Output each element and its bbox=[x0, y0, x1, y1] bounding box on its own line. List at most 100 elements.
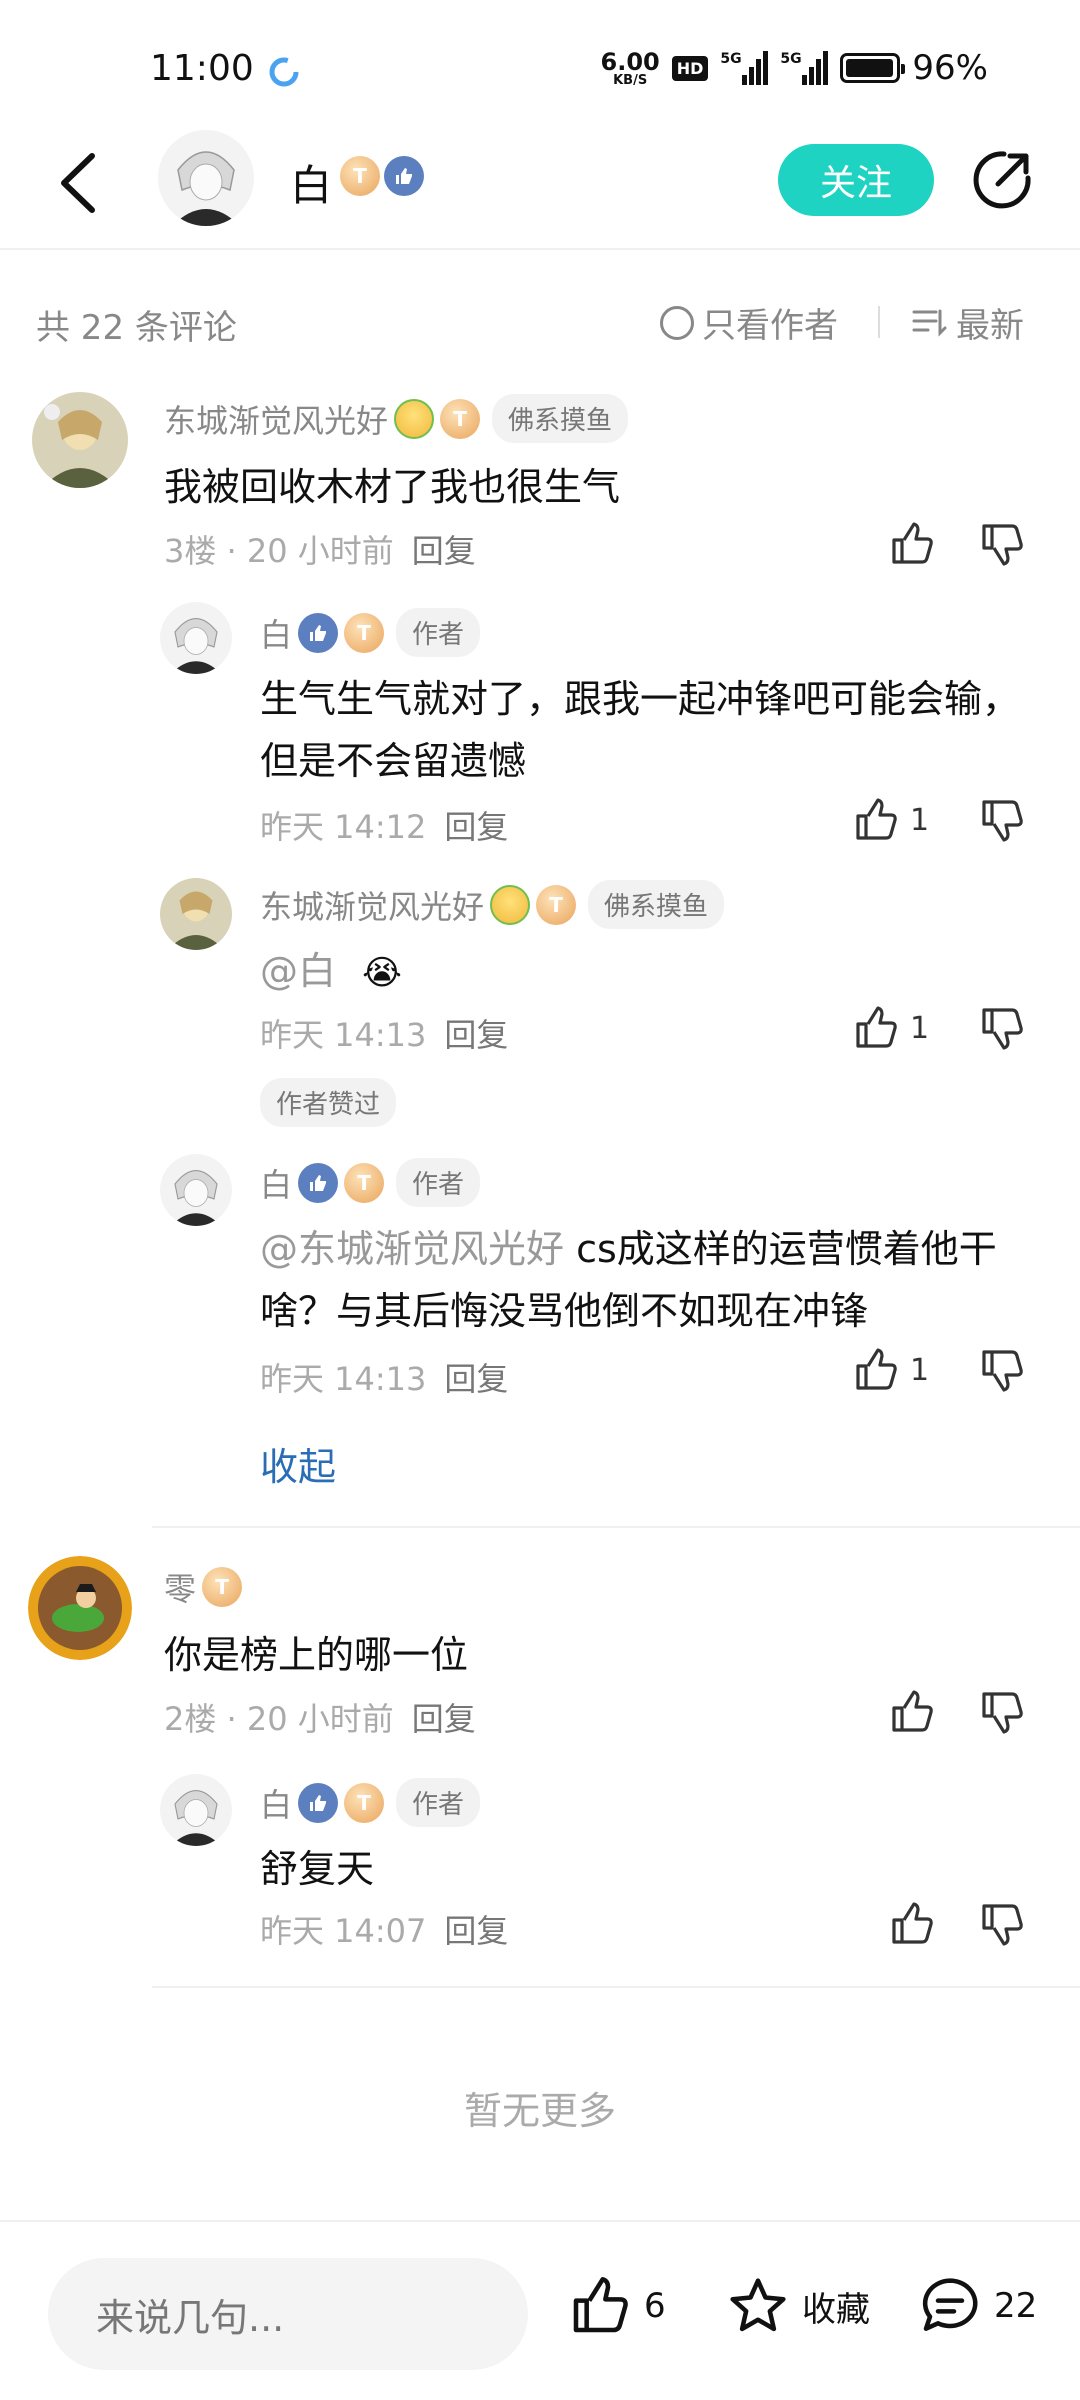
user-tag: 佛系摸鱼 bbox=[588, 880, 725, 929]
reply-meta: 昨天 14:13 回复 bbox=[260, 1010, 508, 1056]
thumb-up-icon bbox=[856, 1348, 897, 1390]
user-tag: 佛系摸鱼 bbox=[492, 394, 629, 443]
username[interactable]: 白 bbox=[260, 1780, 292, 1826]
bottom-bar: 来说几句... 6 收藏 22 bbox=[0, 2220, 1080, 2400]
avatar[interactable] bbox=[160, 602, 232, 674]
reply-text: @东城渐觉风光好 cs成这样的运营惯着他干啥？与其后悔没骂他倒不如现在冲锋 bbox=[260, 1227, 997, 1333]
share-icon[interactable] bbox=[970, 148, 1034, 212]
dislike-button[interactable] bbox=[978, 1900, 1026, 1948]
thumb-badge-icon bbox=[298, 1782, 339, 1823]
mention[interactable]: @白 bbox=[260, 949, 336, 993]
like-button[interactable]: 1 bbox=[852, 1004, 929, 1052]
thumb-down-icon bbox=[982, 1350, 1023, 1392]
reply-button[interactable]: 回复 bbox=[444, 1354, 508, 1400]
reply-button[interactable]: 回复 bbox=[412, 1694, 476, 1740]
reply-meta: 昨天 14:07 回复 bbox=[260, 1906, 508, 1952]
only-author-toggle[interactable]: 只看作者 bbox=[660, 298, 838, 347]
reply-button[interactable]: 回复 bbox=[444, 1906, 508, 1952]
like-button[interactable] bbox=[888, 1900, 936, 1948]
thumb-up-icon bbox=[856, 798, 897, 840]
reply-button[interactable]: 回复 bbox=[444, 1010, 508, 1056]
collapse-button[interactable]: 收起 bbox=[260, 1436, 336, 1491]
username[interactable]: 零 bbox=[164, 1564, 196, 1610]
reply-button[interactable]: 回复 bbox=[412, 526, 476, 572]
avatar[interactable] bbox=[160, 878, 232, 950]
comments-bar: 共 22 条评论 只看作者 最新 bbox=[0, 250, 1080, 360]
thumb-down-icon bbox=[982, 800, 1023, 842]
level-badge: T bbox=[344, 1782, 385, 1823]
username[interactable]: 白 bbox=[260, 610, 292, 656]
comment-bubble-icon bbox=[922, 2278, 978, 2331]
like-button[interactable]: 1 bbox=[852, 1346, 929, 1394]
reply-button[interactable]: 回复 bbox=[444, 802, 508, 848]
dislike-button[interactable] bbox=[978, 1688, 1026, 1736]
dislike-button[interactable] bbox=[978, 1004, 1026, 1052]
comment-text: 我被回收木材了我也很生气 bbox=[164, 465, 621, 509]
header-badges: T bbox=[340, 156, 424, 196]
level-badge: T bbox=[344, 1162, 385, 1203]
username[interactable]: 白 bbox=[260, 1160, 292, 1206]
follow-button[interactable]: 关注 bbox=[778, 144, 934, 216]
thumb-down-icon bbox=[982, 524, 1023, 566]
reply-text: 舒复天 bbox=[260, 1847, 375, 1891]
no-more-text: 暂无更多 bbox=[463, 2089, 616, 2133]
signal-icon-2: 5G bbox=[780, 51, 829, 85]
reply-text: @白 😭 bbox=[260, 940, 402, 1004]
author-liked-chip: 作者赞过 bbox=[260, 1078, 397, 1127]
reply-meta: 昨天 14:13 回复 bbox=[260, 1354, 508, 1400]
username[interactable]: 东城渐觉风光好 bbox=[260, 882, 484, 928]
comment-text: 你是榜上的哪一位 bbox=[164, 1633, 469, 1677]
floor-time: 2楼 · 20 小时前 bbox=[164, 1700, 394, 1738]
like-post-button[interactable]: 6 bbox=[568, 2274, 666, 2338]
divider bbox=[152, 1526, 1080, 1528]
reply-time: 昨天 14:13 bbox=[260, 1016, 427, 1054]
thumb-up-icon bbox=[573, 2277, 628, 2333]
reply-header: 东城渐觉风光好 T 佛系摸鱼 bbox=[260, 880, 725, 929]
thumb-badge-icon bbox=[384, 156, 424, 196]
mention[interactable]: @东城渐觉风光好 bbox=[260, 1227, 564, 1271]
like-count: 1 bbox=[910, 1010, 930, 1046]
sort-button[interactable]: 最新 bbox=[912, 298, 1024, 347]
reply-meta: 昨天 14:12 回复 bbox=[260, 802, 508, 848]
status-bar: 11:00 6.00 KB/S HD 5G 5G 96% bbox=[0, 0, 1080, 120]
post-like-count: 6 bbox=[644, 2286, 666, 2326]
signal-icon: 5G bbox=[720, 51, 769, 85]
like-button[interactable] bbox=[888, 520, 936, 568]
reply-time: 昨天 14:13 bbox=[260, 1360, 427, 1398]
like-count: 1 bbox=[910, 1352, 930, 1388]
favorite-button[interactable]: 收藏 bbox=[726, 2274, 870, 2338]
dislike-button[interactable] bbox=[978, 520, 1026, 568]
radio-icon bbox=[660, 305, 694, 340]
comments-button[interactable]: 22 bbox=[918, 2274, 1037, 2338]
thumb-down-icon bbox=[982, 1692, 1023, 1734]
comment-header: 东城渐觉风光好 T 佛系摸鱼 bbox=[164, 394, 629, 443]
avatar[interactable] bbox=[160, 1774, 232, 1846]
level-badge: T bbox=[340, 156, 380, 196]
avatar[interactable] bbox=[160, 1154, 232, 1226]
thumb-badge-icon bbox=[298, 1162, 339, 1203]
like-button[interactable] bbox=[888, 1688, 936, 1736]
username[interactable]: 东城渐觉风光好 bbox=[164, 396, 388, 442]
header-avatar[interactable] bbox=[158, 130, 254, 226]
avatar[interactable] bbox=[28, 1556, 132, 1660]
comment-meta: 3楼 · 20 小时前 回复 bbox=[164, 526, 476, 572]
reply-header: 白 T 作者 bbox=[260, 1778, 481, 1827]
comments-count: 共 22 条评论 bbox=[36, 308, 237, 348]
comment-input[interactable]: 来说几句... bbox=[48, 2258, 528, 2370]
back-icon[interactable] bbox=[52, 148, 112, 218]
level-badge: T bbox=[202, 1567, 243, 1607]
app-notification-icon bbox=[269, 57, 299, 87]
like-count: 1 bbox=[910, 802, 930, 838]
reply-text: 生气生气就对了，跟我一起冲锋吧可能会输，但是不会留遗憾 bbox=[260, 677, 1021, 783]
sort-icon bbox=[912, 309, 947, 337]
thumb-up-icon bbox=[892, 1902, 933, 1944]
dislike-button[interactable] bbox=[978, 796, 1026, 844]
comment-meta: 2楼 · 20 小时前 回复 bbox=[164, 1694, 476, 1740]
header-username[interactable]: 白 bbox=[290, 152, 332, 213]
comment-header: 零 T bbox=[164, 1564, 243, 1610]
reply-header: 白 T 作者 bbox=[260, 1158, 481, 1207]
like-button[interactable]: 1 bbox=[852, 796, 929, 844]
net-speed: 6.00 KB/S bbox=[600, 47, 660, 88]
avatar[interactable] bbox=[32, 392, 128, 488]
dislike-button[interactable] bbox=[978, 1346, 1026, 1394]
